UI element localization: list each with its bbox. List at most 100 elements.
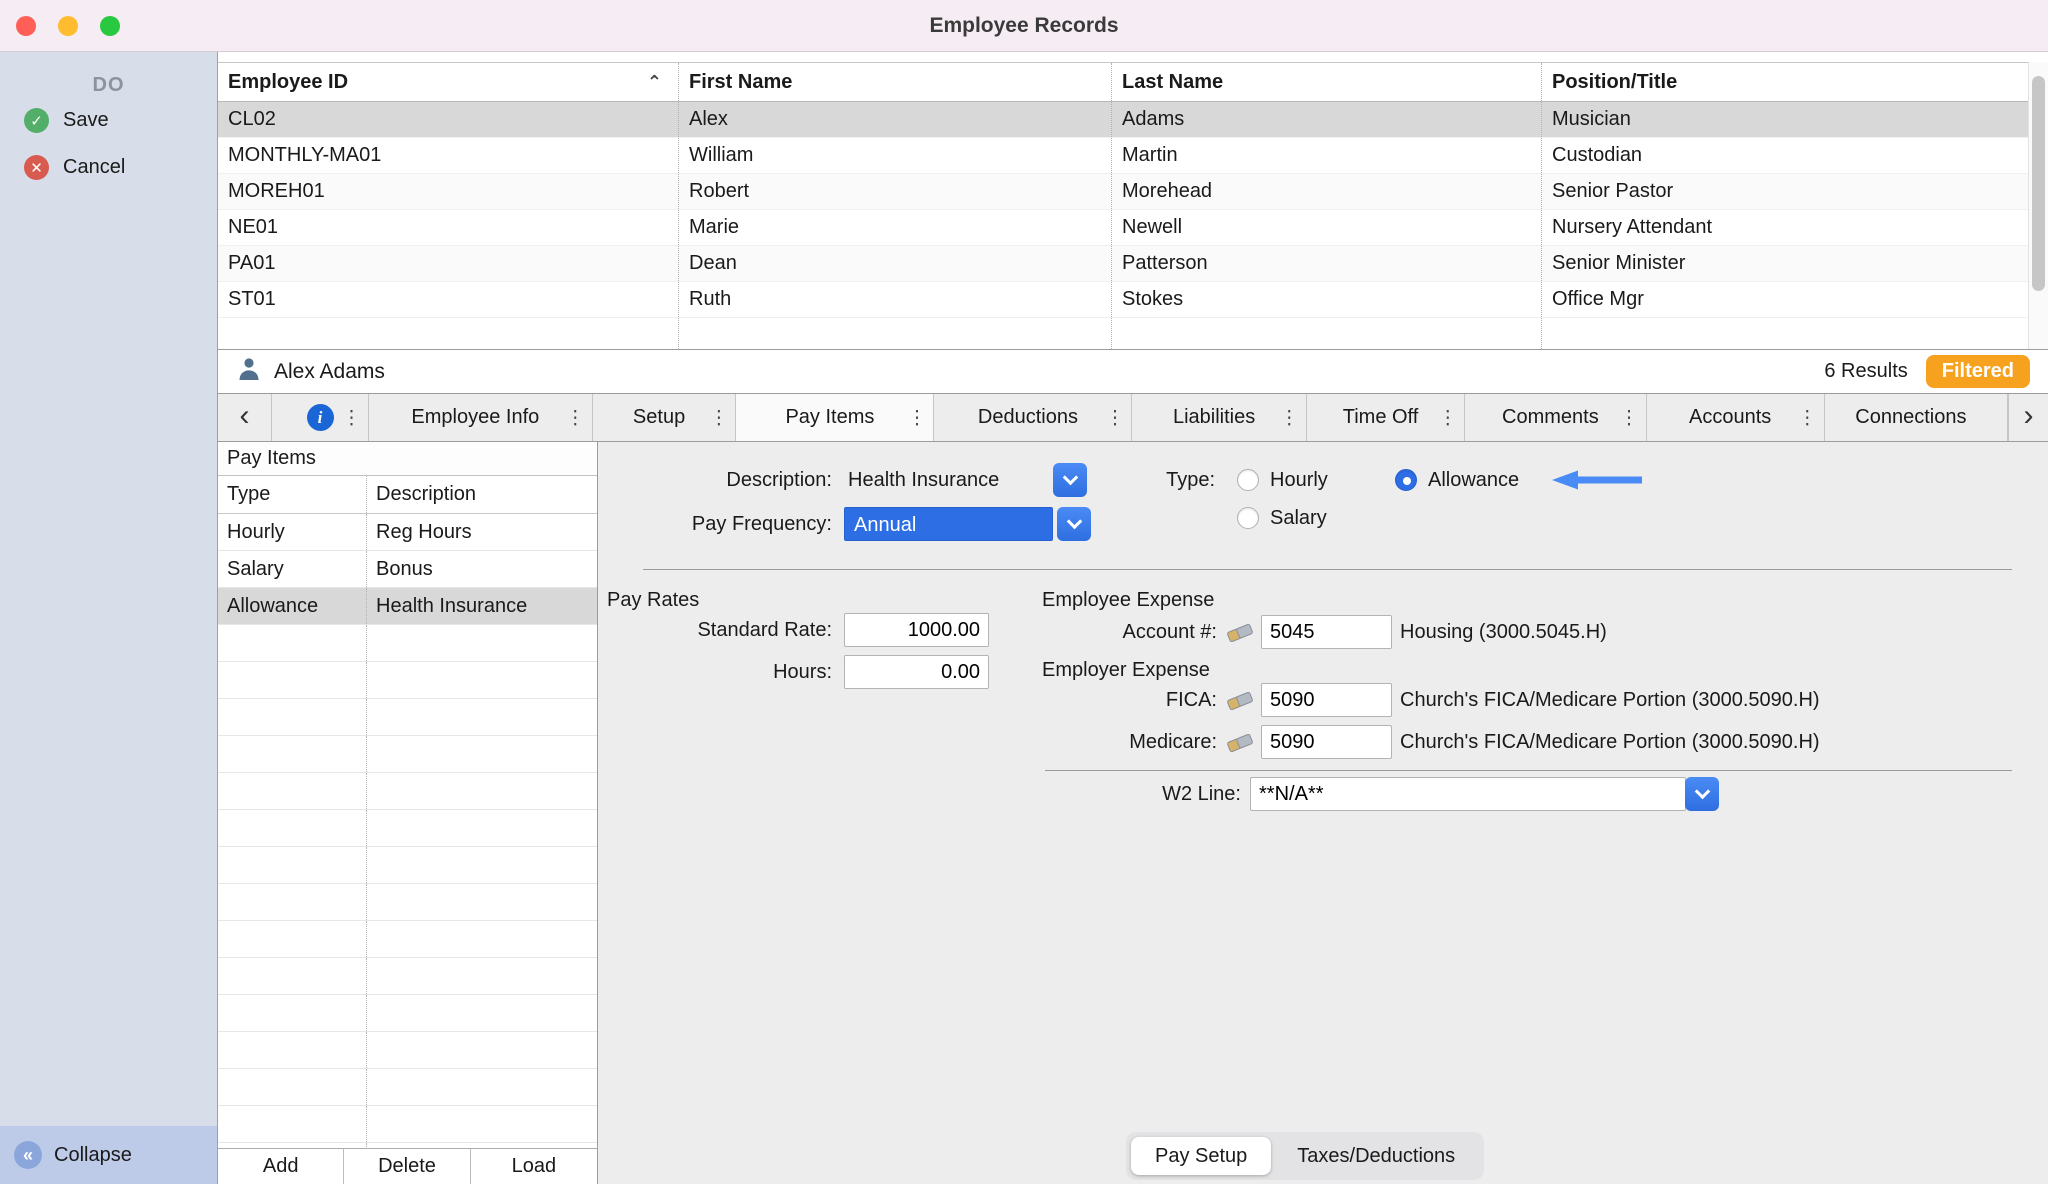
chevron-down-icon [1694,783,1710,799]
table-row[interactable]: CL02 Alex Adams Musician [218,102,2028,138]
employee-expense-title: Employee Expense [1042,582,1214,618]
tab-deductions[interactable]: Deductions ⋮ [934,394,1132,441]
tab-connections[interactable]: Connections [1825,394,2008,441]
cell-first-name: Robert [678,174,1111,209]
cell-position: Senior Minister [1541,246,2028,281]
tab-menu-icon[interactable]: ⋮ [1280,406,1299,429]
list-item-empty [218,1106,597,1143]
cell-employee-id: NE01 [218,210,678,245]
tab-setup[interactable]: Setup ⋮ [593,394,737,441]
fica-input[interactable] [1261,683,1392,717]
table-row[interactable]: ST01 Ruth Stokes Office Mgr [218,282,2028,318]
cell-last-name: Adams [1111,102,1541,137]
radio-salary[interactable] [1237,507,1259,529]
tab-accounts[interactable]: Accounts ⋮ [1647,394,1825,441]
table-row[interactable]: MONTHLY-MA01 William Martin Custodian [218,138,2028,174]
cancel-button[interactable]: ✕ Cancel [0,144,217,191]
list-item-empty [218,625,597,662]
filtered-badge[interactable]: Filtered [1926,355,2030,388]
table-row[interactable]: PA01 Dean Patterson Senior Minister [218,246,2028,282]
cell-last-name: Newell [1111,210,1541,245]
column-header-employee-id[interactable]: Employee ID ⌃ [218,63,678,101]
tab-menu-icon[interactable]: ⋮ [342,406,361,429]
tabs-scroll-left[interactable]: ‹ [218,394,272,441]
tab-info[interactable]: i ⋮ [272,394,369,441]
tabs-scroll-right[interactable]: › [2008,394,2048,441]
save-button[interactable]: ✓ Save [0,97,217,144]
cell-position: Custodian [1541,138,2028,173]
account-number-input[interactable] [1261,615,1392,649]
list-item[interactable]: Hourly Reg Hours [218,514,597,551]
employee-table: Employee ID ⌃ First Name Last Name Posit… [218,52,2048,350]
radio-hourly-label[interactable]: Hourly [1270,462,1328,498]
collapse-button[interactable]: « Collapse [0,1126,217,1184]
cell-last-name: Patterson [1111,246,1541,281]
table-scrollbar-thumb[interactable] [2032,76,2045,291]
cancel-x-icon: ✕ [24,155,49,180]
medicare-input[interactable] [1261,725,1392,759]
pay-frequency-dropdown-button[interactable] [1057,507,1091,541]
column-header-type[interactable]: Type [218,476,366,513]
tab-taxes-deductions[interactable]: Taxes/Deductions [1273,1137,1479,1175]
cell-position: Office Mgr [1541,282,2028,317]
employee-records-window: Employee Records DO ✓ Save ✕ Cancel « Co… [0,0,2048,1184]
tab-liabilities[interactable]: Liabilities ⋮ [1132,394,1306,441]
load-button[interactable]: Load [471,1149,597,1184]
close-button[interactable] [16,16,36,36]
tab-menu-icon[interactable]: ⋮ [907,406,926,429]
table-row[interactable]: NE01 Marie Newell Nursery Attendant [218,210,2028,246]
description-value: Health Insurance [848,462,999,498]
w2-line-label: W2 Line: [1028,776,1241,812]
delete-button[interactable]: Delete [344,1149,470,1184]
add-button[interactable]: Add [218,1149,344,1184]
list-item[interactable]: Salary Bonus [218,551,597,588]
tab-menu-icon[interactable]: ⋮ [1620,406,1639,429]
tab-menu-icon[interactable]: ⋮ [566,406,585,429]
account-lookup-icon[interactable] [1225,620,1255,646]
minimize-button[interactable] [58,16,78,36]
w2-line-dropdown-button[interactable] [1685,777,1719,811]
column-header-position[interactable]: Position/Title [1541,63,2028,101]
radio-salary-label[interactable]: Salary [1270,500,1327,536]
tab-time-off[interactable]: Time Off ⋮ [1307,394,1466,441]
list-item[interactable]: Allowance Health Insurance [218,588,597,625]
sort-ascending-icon: ⌃ [647,72,662,93]
list-item-empty [218,662,597,699]
w2-line-input[interactable] [1250,777,1686,811]
column-header-description[interactable]: Description [366,476,597,513]
column-header-first-name[interactable]: First Name [678,63,1111,101]
tab-menu-icon[interactable]: ⋮ [1438,406,1457,429]
tab-menu-icon[interactable]: ⋮ [1798,406,1817,429]
radio-allowance-label[interactable]: Allowance [1428,462,1519,498]
tab-pay-setup[interactable]: Pay Setup [1131,1137,1271,1175]
tab-menu-icon[interactable]: ⋮ [709,406,728,429]
selected-record-name: Alex Adams [274,360,385,384]
list-item-empty [218,1069,597,1106]
tab-menu-icon[interactable]: ⋮ [1105,406,1124,429]
titlebar: Employee Records [0,0,2048,52]
list-item-empty [218,699,597,736]
cancel-label: Cancel [63,156,125,179]
tab-comments[interactable]: Comments ⋮ [1465,394,1646,441]
table-row[interactable]: MOREH01 Robert Morehead Senior Pastor [218,174,2028,210]
radio-allowance[interactable] [1395,469,1417,491]
section-divider [1045,770,2012,771]
tab-pay-items[interactable]: Pay Items ⋮ [736,394,934,441]
pay-item-detail-panel: Description: Health Insurance Pay Freque… [598,442,2048,1184]
list-item-empty [218,773,597,810]
traffic-lights [16,16,120,36]
list-item-empty [218,810,597,847]
standard-rate-input[interactable] [844,613,989,647]
fica-description: Church's FICA/Medicare Portion (3000.509… [1400,682,1820,718]
description-dropdown-button[interactable] [1053,463,1087,497]
fica-lookup-icon[interactable] [1225,688,1255,714]
sidebar: DO ✓ Save ✕ Cancel « Collapse [0,52,218,1184]
hours-input[interactable] [844,655,989,689]
tab-employee-info[interactable]: Employee Info ⋮ [369,394,593,441]
column-header-last-name[interactable]: Last Name [1111,63,1541,101]
cell-position: Senior Pastor [1541,174,2028,209]
zoom-button[interactable] [100,16,120,36]
pay-frequency-field[interactable]: Annual [844,507,1053,541]
radio-hourly[interactable] [1237,469,1259,491]
medicare-lookup-icon[interactable] [1225,730,1255,756]
